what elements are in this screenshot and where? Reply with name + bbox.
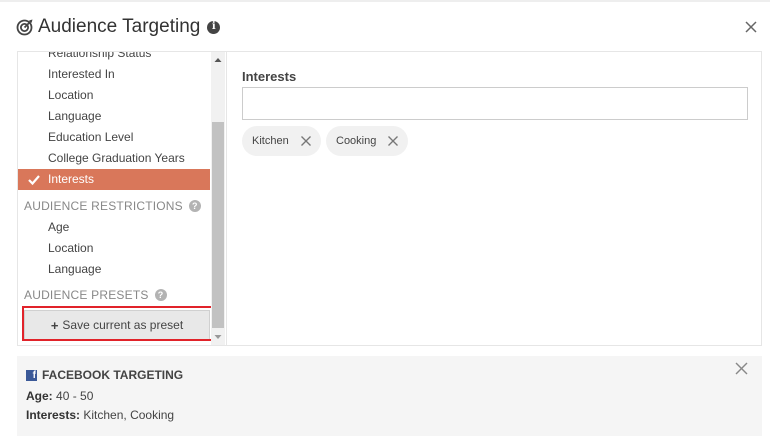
sidebar-item-label: Location [48, 88, 94, 102]
interest-tag-kitchen: Kitchen [242, 126, 321, 156]
sidebar-item-education-level[interactable]: Education Level [18, 127, 210, 148]
check-icon [28, 175, 40, 186]
sidebar-item-label: Education Level [48, 130, 134, 144]
sidebar-item-label: Interested In [48, 67, 115, 81]
scrollbar-thumb[interactable] [212, 122, 224, 328]
save-preset-button[interactable]: + Save current as preset [24, 310, 210, 340]
sidebar-item-label: Language [48, 109, 102, 123]
plus-icon: + [50, 317, 59, 333]
sidebar-item-restriction-age[interactable]: Age [18, 217, 210, 238]
audience-restrictions-heading: AUDIENCE RESTRICTIONS ? [24, 199, 201, 213]
scroll-down-icon[interactable] [211, 331, 225, 343]
sidebar-item-restriction-language[interactable]: Language [18, 259, 210, 280]
sidebar-item-interests[interactable]: Interests [18, 169, 210, 190]
close-icon[interactable] [744, 20, 758, 34]
sidebar-item-interested-in[interactable]: Interested In [18, 64, 210, 85]
sidebar-item-restriction-location[interactable]: Location [18, 238, 210, 259]
summary-age: Age: 40 - 50 [26, 389, 93, 403]
scroll-up-icon[interactable] [211, 54, 225, 66]
sidebar-item-label: Relationship Status [48, 52, 152, 60]
modal-header: Audience Targeting i [16, 14, 221, 40]
sidebar-item-label: Language [48, 262, 102, 276]
interests-field-label: Interests [242, 69, 297, 84]
sidebar-item-label: Interests [48, 172, 95, 186]
close-icon[interactable] [300, 136, 311, 146]
sidebar-item-college-graduation-years[interactable]: College Graduation Years [18, 148, 210, 169]
summary-interests-label: Interests: [26, 408, 81, 422]
summary-age-value: 40 - 50 [56, 389, 94, 403]
modal-top-border [0, 0, 770, 2]
interests-panel: Interests Kitchen Cooking [226, 52, 761, 345]
sidebar-item-relationship-status[interactable]: Relationship Status [18, 52, 210, 64]
sidebar-item-label: Location [48, 241, 94, 255]
summary-interests-value: Kitchen, Cooking [83, 408, 175, 422]
targeting-body: Relationship Status Interested In Locati… [17, 51, 762, 346]
section-heading-text: AUDIENCE RESTRICTIONS [24, 199, 183, 213]
close-icon[interactable] [735, 362, 748, 375]
close-icon[interactable] [388, 136, 399, 146]
tag-label: Kitchen [252, 135, 289, 147]
sidebar-item-label: Age [48, 220, 70, 234]
audience-presets-heading: AUDIENCE PRESETS ? [24, 288, 167, 302]
summary-age-label: Age: [26, 389, 53, 403]
sidebar-item-language[interactable]: Language [18, 106, 210, 127]
facebook-targeting-summary: f FACEBOOK TARGETING Age: 40 - 50 Intere… [17, 356, 762, 436]
targeting-sidebar: Relationship Status Interested In Locati… [18, 52, 226, 345]
info-icon[interactable]: i [207, 20, 221, 34]
question-icon[interactable]: ? [154, 289, 167, 301]
facebook-targeting-heading: f FACEBOOK TARGETING [26, 368, 183, 382]
question-icon[interactable]: ? [188, 200, 201, 212]
section-heading-text: AUDIENCE PRESETS [24, 288, 149, 302]
sidebar-scrollbar[interactable] [211, 52, 225, 345]
sidebar-item-location[interactable]: Location [18, 85, 210, 106]
modal-title: Audience Targeting [38, 16, 201, 37]
bullseye-icon [16, 19, 33, 36]
tag-label: Cooking [336, 135, 377, 147]
facebook-heading-text: FACEBOOK TARGETING [42, 368, 184, 382]
facebook-icon: f [26, 369, 37, 381]
sidebar-item-label: College Graduation Years [48, 151, 185, 165]
save-preset-label: Save current as preset [62, 318, 184, 332]
summary-interests: Interests: Kitchen, Cooking [26, 408, 174, 422]
interests-input[interactable] [242, 87, 748, 120]
interest-tag-cooking: Cooking [326, 126, 409, 156]
